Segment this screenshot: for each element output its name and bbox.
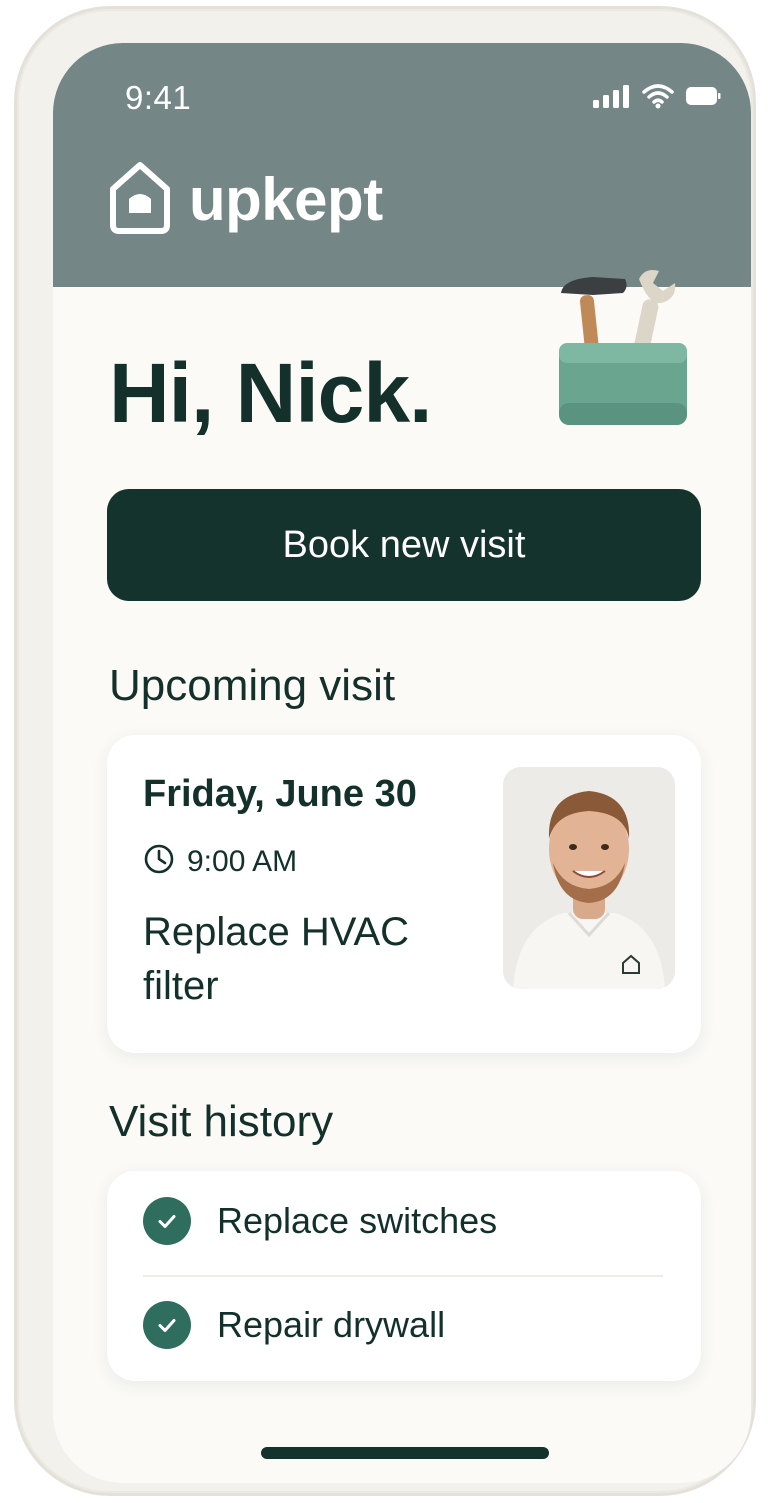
check-icon bbox=[143, 1197, 191, 1245]
clock-icon bbox=[143, 843, 175, 880]
house-icon bbox=[105, 159, 175, 240]
status-icons bbox=[591, 83, 721, 114]
home-indicator[interactable] bbox=[261, 1447, 549, 1459]
history-item-repair-drywall[interactable]: Repair drywall bbox=[143, 1301, 445, 1349]
phone-frame: 9:41 upkept Hi, Nick. Book new visit Upc… bbox=[14, 6, 756, 1496]
history-item-label: Replace switches bbox=[217, 1200, 498, 1241]
status-time: 9:41 bbox=[125, 79, 192, 116]
battery-icon bbox=[685, 85, 721, 112]
history-item-replace-switches[interactable]: Replace switches bbox=[143, 1197, 497, 1245]
app-name: upkept bbox=[189, 166, 383, 233]
app-header: 9:41 upkept bbox=[53, 43, 751, 287]
history-item-label: Repair drywall bbox=[217, 1304, 446, 1345]
book-new-visit-button[interactable]: Book new visit bbox=[107, 489, 701, 601]
technician-avatar bbox=[503, 767, 675, 989]
visit-history-card: Replace switches Repair drywall bbox=[107, 1171, 701, 1381]
toolbox-icon bbox=[553, 265, 693, 435]
app-screen: 9:41 upkept Hi, Nick. Book new visit Upc… bbox=[53, 43, 751, 1483]
visit-time-row: 9:00 AM bbox=[143, 843, 297, 880]
greeting-title: Hi, Nick. bbox=[109, 346, 432, 440]
app-logo: upkept bbox=[105, 159, 383, 240]
upcoming-visit-heading: Upcoming visit bbox=[109, 661, 396, 710]
visit-time: 9:00 AM bbox=[187, 844, 298, 878]
signal-icon bbox=[591, 83, 631, 114]
visit-task: Replace HVAC filter bbox=[143, 910, 410, 1008]
wifi-icon bbox=[641, 83, 675, 114]
upcoming-visit-card[interactable]: Friday, June 30 9:00 AM Replace HVAC fil… bbox=[107, 735, 701, 1053]
visit-history-heading: Visit history bbox=[109, 1097, 334, 1146]
history-divider bbox=[143, 1275, 663, 1277]
visit-date: Friday, June 30 bbox=[143, 773, 417, 815]
check-icon bbox=[143, 1301, 191, 1349]
